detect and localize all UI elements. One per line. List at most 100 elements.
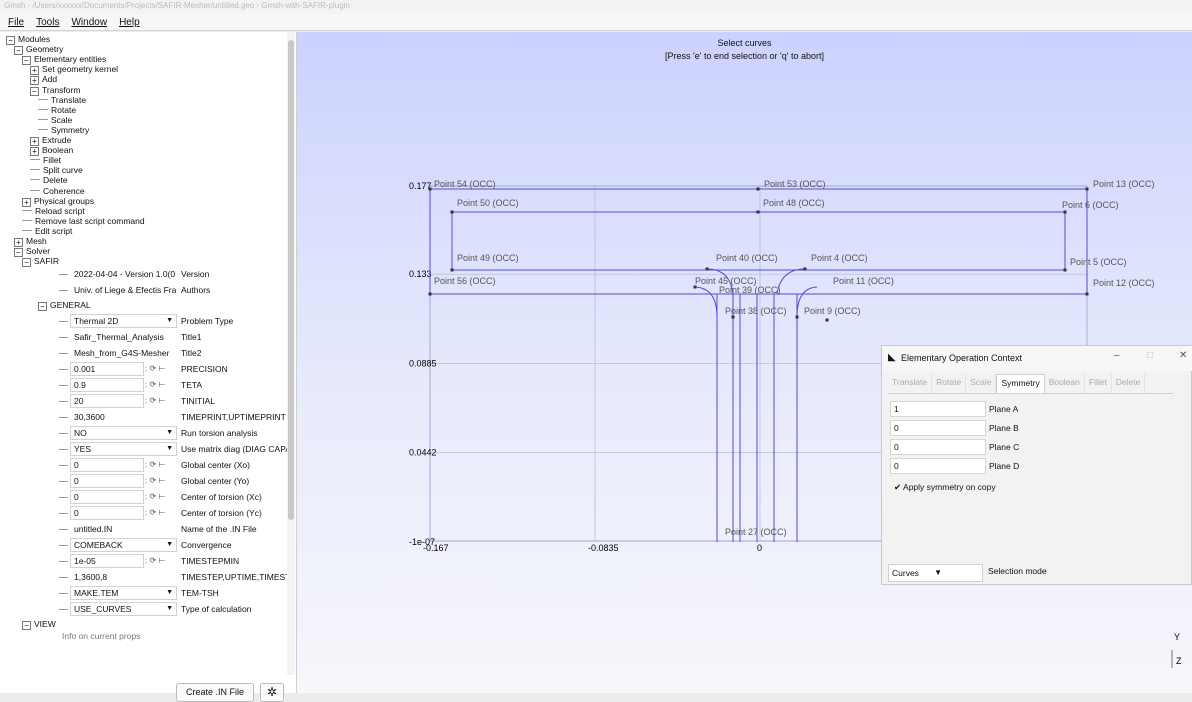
- param-value: Safir_Thermal_Analysis: [74, 332, 164, 342]
- point-marker[interactable]: [825, 318, 829, 322]
- plane-c-input[interactable]: 0: [890, 439, 986, 455]
- tab-fillet[interactable]: Fillet: [1085, 374, 1112, 393]
- collapse-icon[interactable]: −: [22, 621, 31, 630]
- point-marker[interactable]: [428, 187, 432, 191]
- close-icon[interactable]: ✕: [1179, 350, 1187, 361]
- param-value: 20: [74, 396, 84, 406]
- param-value-input[interactable]: 0: [70, 458, 144, 472]
- param-value-input[interactable]: untitled.IN: [70, 522, 177, 536]
- point-marker[interactable]: [450, 210, 454, 214]
- tab-translate[interactable]: Translate: [888, 374, 933, 393]
- point-marker[interactable]: [795, 315, 799, 319]
- dropdown-arrow-icon: ▼: [166, 317, 173, 324]
- point-marker[interactable]: [1085, 292, 1089, 296]
- point-marker[interactable]: [1063, 210, 1067, 214]
- menu-window[interactable]: Window: [65, 17, 113, 28]
- point-label: Point 38 (OCC): [725, 306, 787, 316]
- point-marker[interactable]: [803, 267, 807, 271]
- tree-connector: [22, 219, 32, 221]
- triad-y-label: Y: [1174, 632, 1180, 642]
- param-value-input[interactable]: 0: [70, 506, 144, 520]
- spinner-controls[interactable]: : ⟳ ⊢: [145, 458, 178, 472]
- maximize-icon[interactable]: □: [1147, 350, 1153, 361]
- tree-item-view[interactable]: − VIEW: [22, 619, 56, 630]
- tree-item-label: Modules: [18, 34, 51, 44]
- fillet-curve[interactable]: [776, 268, 806, 295]
- range-icon[interactable]: ⊢: [158, 364, 165, 373]
- param-value-input[interactable]: 0: [70, 474, 144, 488]
- range-icon[interactable]: ⊢: [158, 476, 165, 485]
- plane-d-input[interactable]: 0: [890, 458, 986, 474]
- spinner-controls[interactable]: : ⟳ ⊢: [145, 554, 178, 568]
- param-value-input[interactable]: 0: [70, 490, 144, 504]
- tab-symmetry[interactable]: Symmetry: [996, 374, 1045, 393]
- loop-icon[interactable]: : ⟳: [145, 476, 158, 485]
- point-marker[interactable]: [428, 292, 432, 296]
- minimize-icon[interactable]: –: [1114, 350, 1120, 361]
- range-icon[interactable]: ⊢: [158, 460, 165, 469]
- range-icon[interactable]: ⊢: [158, 396, 165, 405]
- checkmark-icon: ✔: [894, 482, 902, 492]
- loop-icon[interactable]: : ⟳: [145, 556, 158, 565]
- menu-file[interactable]: File: [2, 17, 30, 28]
- param-value-input[interactable]: 1e-05: [70, 554, 144, 568]
- loop-icon[interactable]: : ⟳: [145, 460, 158, 469]
- point-marker[interactable]: [756, 210, 760, 214]
- param-value-input[interactable]: COMEBACK ▼: [70, 538, 177, 552]
- tab-rotate[interactable]: Rotate: [932, 374, 967, 393]
- point-marker[interactable]: [1063, 268, 1067, 272]
- spinner-controls[interactable]: : ⟳ ⊢: [145, 362, 178, 376]
- spinner-controls[interactable]: : ⟳ ⊢: [145, 394, 178, 408]
- param-value-input[interactable]: Thermal 2D ▼: [70, 314, 177, 328]
- param-label: Title2: [181, 348, 202, 358]
- param-value-input[interactable]: 0.9: [70, 378, 144, 392]
- param-value-input[interactable]: USE_CURVES ▼: [70, 602, 177, 616]
- flange-outer-curve[interactable]: [429, 188, 1088, 295]
- scrollbar-thumb[interactable]: [288, 40, 294, 520]
- menu-tools[interactable]: Tools: [30, 17, 65, 28]
- param-value-input[interactable]: NO ▼: [70, 426, 177, 440]
- point-marker[interactable]: [705, 267, 709, 271]
- point-marker[interactable]: [450, 268, 454, 272]
- apply-symmetry-checkbox[interactable]: ✔ Apply symmetry on copy: [894, 482, 996, 493]
- param-value-input[interactable]: Safir_Thermal_Analysis: [70, 330, 177, 344]
- param-value-input[interactable]: YES ▼: [70, 442, 177, 456]
- tree-item-label: Split curve: [43, 165, 83, 176]
- param-value-input[interactable]: 30,3600: [70, 410, 177, 424]
- param-row: MAKE.TEM ▼ TEM-TSH: [0, 585, 289, 601]
- spinner-controls[interactable]: : ⟳ ⊢: [145, 378, 178, 392]
- param-value-input[interactable]: MAKE.TEM ▼: [70, 586, 177, 600]
- tab-delete[interactable]: Delete: [1112, 374, 1146, 393]
- range-icon[interactable]: ⊢: [158, 556, 165, 565]
- range-icon[interactable]: ⊢: [158, 492, 165, 501]
- param-value-input[interactable]: 1,3600,8: [70, 570, 177, 584]
- param-value-input[interactable]: 20: [70, 394, 144, 408]
- tab-scale[interactable]: Scale: [966, 374, 997, 393]
- loop-icon[interactable]: : ⟳: [145, 396, 158, 405]
- point-marker[interactable]: [756, 187, 760, 191]
- loop-icon[interactable]: : ⟳: [145, 492, 158, 501]
- spinner-controls[interactable]: : ⟳ ⊢: [145, 490, 178, 504]
- range-icon[interactable]: ⊢: [158, 380, 165, 389]
- tree-connector: [59, 465, 68, 466]
- tree-scrollbar[interactable]: [287, 32, 295, 675]
- loop-icon[interactable]: : ⟳: [145, 364, 158, 373]
- selection-mode-select[interactable]: Curves ▼: [888, 564, 983, 582]
- param-value-input[interactable]: Mesh_from_G4S-Mesher: [70, 346, 177, 360]
- spinner-controls[interactable]: : ⟳ ⊢: [145, 474, 178, 488]
- point-marker[interactable]: [1085, 187, 1089, 191]
- spinner-controls[interactable]: : ⟳ ⊢: [145, 506, 178, 520]
- plane-b-input[interactable]: 0: [890, 420, 986, 436]
- loop-icon[interactable]: : ⟳: [145, 508, 158, 517]
- plane-a-input[interactable]: 1: [890, 401, 986, 417]
- menu-help[interactable]: Help: [113, 17, 146, 28]
- fillet-curve[interactable]: [694, 286, 718, 318]
- param-value-input[interactable]: 0.001: [70, 362, 144, 376]
- loop-icon[interactable]: : ⟳: [145, 380, 158, 389]
- tree-item-general[interactable]: − GENERAL: [38, 300, 91, 311]
- tab-boolean[interactable]: Boolean: [1045, 374, 1085, 393]
- tree-item-info[interactable]: Info on current props: [62, 631, 140, 642]
- range-icon[interactable]: ⊢: [158, 508, 165, 517]
- dialog-titlebar[interactable]: ◣ Elementary Operation Context – □ ✕: [882, 346, 1192, 371]
- collapse-icon[interactable]: −: [38, 302, 47, 311]
